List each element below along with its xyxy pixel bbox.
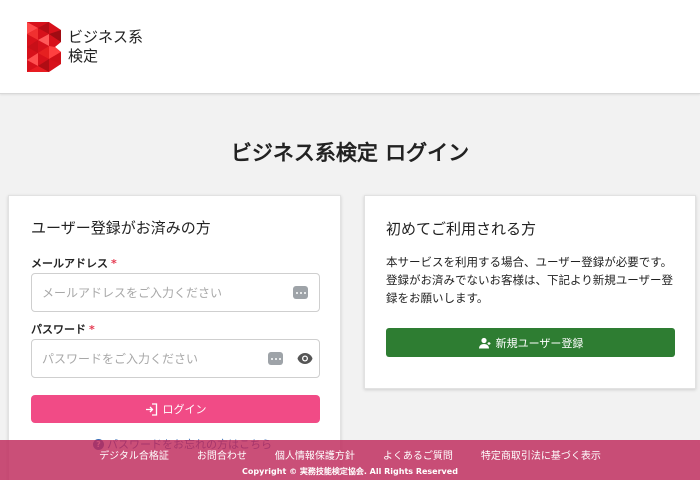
- logo-mark-icon: [27, 22, 61, 72]
- login-card-title: ユーザー登録がお済みの方: [31, 219, 211, 237]
- site-footer: デジタル合格証 お問合わせ 個人情報保護方針 よくあるご質問 特定商取引法に基づ…: [0, 440, 700, 480]
- register-description: 本サービスを利用する場合、ユーザー登録が必要です。 登録がお済みでないお客様は、…: [386, 255, 674, 305]
- site-logo[interactable]: ビジネス系 検定: [27, 22, 143, 72]
- footer-links: デジタル合格証 お問合わせ 個人情報保護方針 よくあるご質問 特定商取引法に基づ…: [0, 447, 700, 462]
- register-card-title: 初めてご利用される方: [386, 220, 537, 238]
- required-mark: *: [89, 323, 95, 336]
- required-mark: *: [111, 257, 117, 270]
- email-label: メールアドレス *: [31, 255, 117, 271]
- register-card: 初めてご利用される方 本サービスを利用する場合、ユーザー登録が必要です。 登録が…: [364, 195, 696, 389]
- logo-text-line1: ビジネス系: [68, 28, 144, 46]
- add-user-icon: [478, 337, 491, 348]
- logo-text-line2: 検定: [68, 47, 99, 65]
- login-card: ユーザー登録がお済みの方 メールアドレス * メールアドレスをご入力ください パス…: [8, 195, 341, 480]
- autofill-icon[interactable]: [293, 286, 308, 299]
- footer-link-digital-certificate[interactable]: デジタル合格証: [99, 447, 169, 462]
- copyright: Copyright © 実務技能検定協会. All Rights Reserve…: [242, 467, 458, 476]
- login-button-label: ログイン: [162, 403, 207, 416]
- login-button[interactable]: ログイン: [31, 395, 320, 423]
- site-header: ビジネス系 検定: [0, 0, 700, 94]
- email-placeholder: メールアドレスをご入力ください: [42, 286, 223, 300]
- password-field[interactable]: パスワードをご入力ください: [31, 339, 320, 378]
- autofill-icon[interactable]: [268, 352, 283, 365]
- register-button[interactable]: 新規ユーザー登録: [386, 328, 675, 357]
- register-button-label: 新規ユーザー登録: [495, 336, 584, 350]
- password-label-text: パスワード: [31, 323, 86, 336]
- login-icon: [145, 402, 157, 416]
- footer-link-faq[interactable]: よくあるご質問: [383, 447, 453, 462]
- password-placeholder: パスワードをご入力ください: [42, 352, 199, 366]
- password-label: パスワード *: [31, 321, 95, 337]
- email-label-text: メールアドレス: [31, 257, 108, 270]
- email-field[interactable]: メールアドレスをご入力ください: [31, 273, 320, 312]
- footer-link-privacy-policy[interactable]: 個人情報保護方針: [275, 447, 355, 462]
- show-password-icon[interactable]: [297, 352, 313, 365]
- page-title: ビジネス系検定 ログイン: [230, 141, 470, 165]
- logo-text: ビジネス系 検定: [68, 28, 143, 66]
- footer-link-commercial-law[interactable]: 特定商取引法に基づく表示: [481, 447, 601, 462]
- footer-link-contact[interactable]: お問合わせ: [197, 447, 247, 462]
